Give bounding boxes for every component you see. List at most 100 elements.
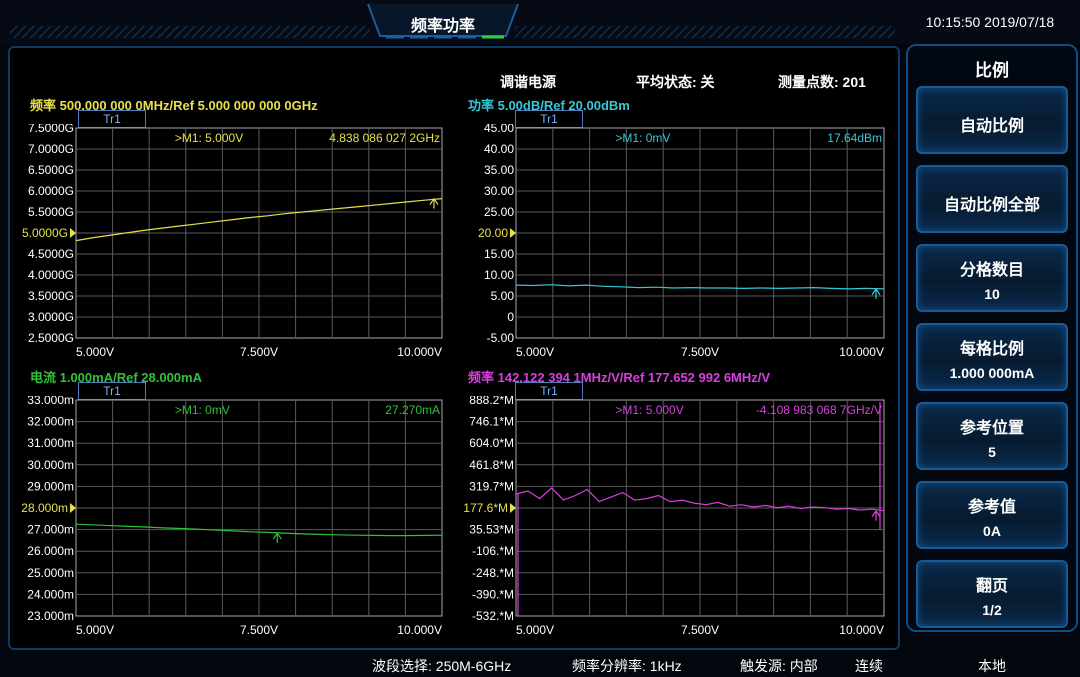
y-tick-label: 27.000m [27, 523, 74, 537]
softkey-label: 翻页 [975, 578, 1008, 595]
y-tick-label: 3.0000G [28, 310, 74, 324]
y-tick-label: 30.000m [27, 458, 74, 472]
softkey-menu-title: 比例 [975, 61, 1009, 80]
y-tick-label: 32.000m [27, 415, 74, 429]
y-tick-label: 45.00 [484, 124, 514, 135]
softkey-value: 5 [988, 444, 996, 460]
y-tick-label: 24.000m [27, 587, 74, 601]
y-tick-label: 0 [507, 310, 514, 324]
softkey-label: 参考值 [967, 499, 1016, 516]
y-tick-label: 177.6*M [463, 501, 508, 515]
measure-points: 测量点数: 201 [778, 74, 866, 90]
reference-value-button[interactable]: 参考值 0A [916, 481, 1068, 549]
plot3-chart[interactable]: 33.000m 32.000m 31.000m 30.000m 29.000m 28.00… [10, 396, 450, 640]
y-tick-label: 25.00 [484, 205, 514, 219]
x-tick-label: 10.000V [839, 623, 884, 637]
band-select: 波段选择: 250M-6GHz [372, 658, 512, 674]
page-flip-button[interactable]: 翻页 1/2 [916, 560, 1068, 628]
x-tick-label: 5.000V [76, 345, 114, 359]
y-tick-label: 6.0000G [28, 184, 74, 198]
plot2-chart[interactable]: 45.00 40.00 35.00 30.00 25.00 20.00 15.00 10.00… [450, 124, 892, 362]
marker-value: 27.270mA [385, 403, 440, 417]
y-tick-label: 7.5000G [28, 124, 74, 135]
y-tick-label: 5.5000G [28, 205, 74, 219]
y-tick-label: 31.000m [27, 436, 74, 450]
y-tick-label: -390.*M [472, 587, 514, 601]
x-tick-label: 10.000V [397, 345, 442, 359]
y-tick-label: -106.*M [472, 544, 514, 558]
y-tick-label: 746.1*M [469, 415, 514, 429]
y-tick-label: -248.*M [472, 566, 514, 580]
softkey-value: 1.000 000mA [949, 365, 1035, 381]
auto-scale-button[interactable]: 自动比例 [916, 86, 1068, 154]
marker-arrow-icon [871, 510, 881, 521]
y-tick-label: 20.00 [478, 226, 508, 240]
softkey-value: 0A [983, 523, 1001, 539]
y-tick-label: 888.2*M [469, 396, 514, 407]
reference-marker-icon [70, 503, 76, 513]
reference-marker-icon [510, 503, 516, 513]
x-tick-label: 7.500V [240, 623, 278, 637]
marker-value: 17.64dBm [827, 131, 882, 145]
marker-readout: >M1: 0mV [175, 403, 230, 417]
plot4-title: 频率 142.122 394 1MHz/V/Ref 177.652 992 6M… [468, 370, 771, 385]
y-tick-label: 35.00 [484, 163, 514, 177]
plot1-chart[interactable]: 7.5000G 7.0000G 6.5000G 6.0000G 5.5000G 5.000… [10, 124, 450, 362]
marker-readout: >M1: 5.000V [615, 403, 683, 417]
y-tick-label: -532.*M [472, 609, 514, 623]
x-tick-label: 7.500V [681, 345, 719, 359]
marker-value: -4.108 983 068 7GHz/V [756, 403, 882, 417]
y-tick-label: 35.53*M [469, 523, 514, 537]
trigger-source: 触发源: 内部 [740, 658, 818, 674]
marker-readout: >M1: 0mV [615, 131, 670, 145]
y-tick-label: 30.00 [484, 184, 514, 198]
reference-position-button[interactable]: 参考位置 5 [916, 402, 1068, 470]
y-tick-label: -5.00 [487, 331, 515, 345]
clock: 10:15:50 2019/07/18 [925, 14, 1055, 30]
softkey-label: 每格比例 [959, 341, 1024, 358]
y-tick-label: 5.00 [491, 289, 515, 303]
y-tick-label: 6.5000G [28, 163, 74, 177]
x-tick-label: 7.500V [240, 345, 278, 359]
x-tick-label: 10.000V [397, 623, 442, 637]
y-tick-label: 23.000m [27, 609, 74, 623]
marker-value: 4.838 086 027 2GHz [329, 131, 440, 145]
x-tick-label: 5.000V [516, 623, 554, 637]
y-tick-label: 3.5000G [28, 289, 74, 303]
page-title: 频率功率 [410, 18, 475, 35]
softkey-value: 10 [984, 286, 1000, 302]
marker-arrow-icon [272, 532, 282, 544]
reference-marker-icon [510, 228, 516, 238]
y-tick-label: 4.0000G [28, 268, 74, 282]
scale-per-div-button[interactable]: 每格比例 1.000 000mA [916, 323, 1068, 391]
y-tick-label: 2.5000G [28, 331, 74, 345]
y-tick-label: 10.00 [484, 268, 514, 282]
y-tick-label: 33.000m [27, 396, 74, 407]
sweep-mode: 连续 [855, 658, 883, 674]
average-state: 平均状态: 关 [636, 74, 715, 90]
plot1-title: 频率 500.000 000 0MHz/Ref 5.000 000 000 0G… [30, 98, 318, 113]
local-mode-indicator: 本地 [978, 658, 1006, 674]
softkey-label: 参考位置 [959, 420, 1024, 437]
marker-readout: >M1: 5.000V [175, 131, 243, 145]
y-tick-label: 319.7*M [469, 479, 514, 493]
x-tick-label: 5.000V [516, 345, 554, 359]
y-tick-label: 4.5000G [28, 247, 74, 261]
divisions-button[interactable]: 分格数目 10 [916, 244, 1068, 312]
freq-resolution: 频率分辨率: 1kHz [572, 658, 682, 674]
reference-marker-icon [70, 228, 76, 238]
auto-scale-all-button[interactable]: 自动比例全部 [916, 165, 1068, 233]
y-tick-label: 29.000m [27, 479, 74, 493]
y-tick-label: 28.000m [21, 501, 68, 515]
marker-arrow-icon [871, 288, 881, 299]
x-tick-label: 10.000V [839, 345, 884, 359]
y-tick-label: 15.00 [484, 247, 514, 261]
y-tick-label: 7.0000G [28, 142, 74, 156]
y-tick-label: 25.000m [27, 566, 74, 580]
softkey-value: 1/2 [982, 602, 1002, 618]
plot4-chart[interactable]: 888.2*M 746.1*M 604.0*M 461.8*M 319.7*M 177.6… [450, 396, 892, 640]
x-tick-label: 5.000V [76, 623, 114, 637]
softkey-label: 自动比例全部 [943, 197, 1040, 214]
y-tick-label: 26.000m [27, 544, 74, 558]
y-tick-label: 5.0000G [22, 226, 68, 240]
